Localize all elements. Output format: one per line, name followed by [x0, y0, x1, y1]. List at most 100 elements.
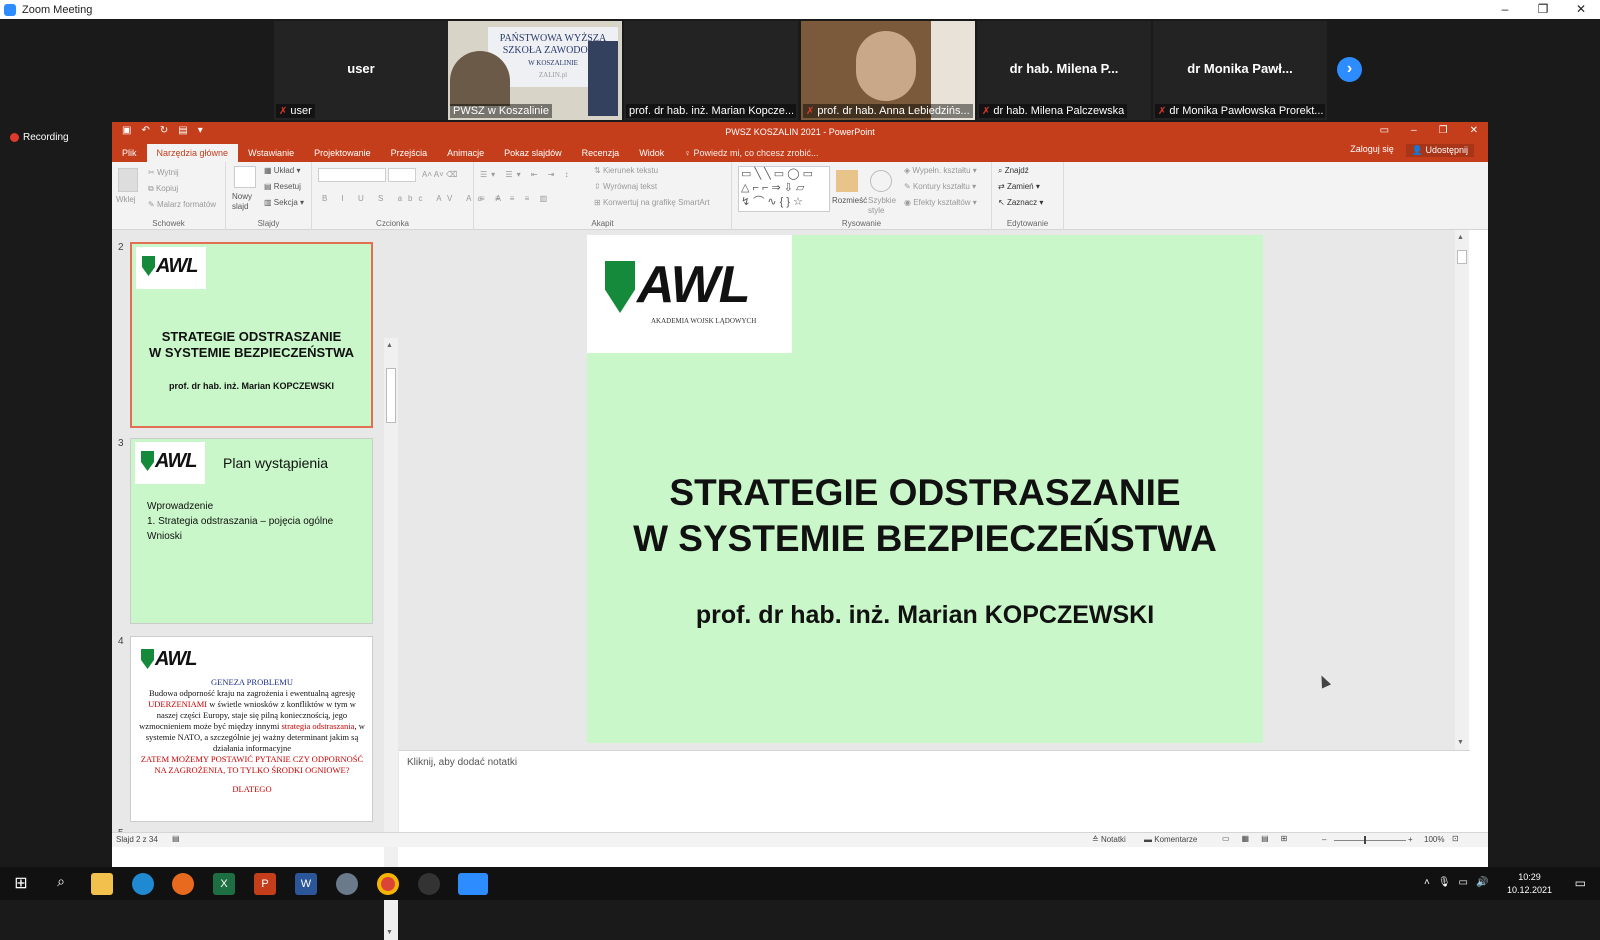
tab-design[interactable]: Projektowanie	[304, 144, 381, 162]
minimize-icon[interactable]: –	[1411, 125, 1417, 136]
view-buttons[interactable]: ▭▦▤⊞	[1222, 834, 1299, 843]
slide-thumbnail-2[interactable]: AWL STRATEGIE ODSTRASZANIE W SYSTEMIE BEZ…	[130, 242, 373, 428]
tab-insert[interactable]: Wstawianie	[238, 144, 304, 162]
participant-tile[interactable]: dr hab. Milena P... ✗ dr hab. Milena Palc…	[977, 21, 1151, 120]
find-button[interactable]: ⌕ Znajdź	[998, 166, 1029, 176]
layout-button[interactable]: ▦ Układ ▾	[264, 166, 300, 175]
shape-fill-button[interactable]: ◈ Wypełn. kształtu ▾	[904, 166, 977, 175]
copy-button[interactable]: ⧉ Kopiuj	[148, 184, 178, 194]
webcam-person	[856, 31, 916, 101]
close-icon[interactable]: ✕	[1470, 125, 1478, 136]
shape-effects-button[interactable]: ◉ Efekty kształtów ▾	[904, 198, 977, 207]
participant-tile[interactable]: prof. dr hab. inż. Marian Kopcze...	[624, 21, 798, 120]
tab-animations[interactable]: Animacje	[437, 144, 494, 162]
excel-icon[interactable]: X	[213, 873, 235, 895]
zoom-level[interactable]: 100%	[1424, 835, 1444, 844]
replace-button[interactable]: ⇄ Zamień ▾	[998, 182, 1040, 191]
app-icon[interactable]	[336, 873, 358, 895]
powerpoint-icon[interactable]: P	[254, 873, 276, 895]
firefox-icon[interactable]	[172, 873, 194, 895]
participant-tile-video[interactable]: PAŃSTWOWA WYŻSZA SZKOŁA ZAWODOWA W KOSZALI…	[448, 21, 622, 120]
notes-pane[interactable]: Kliknij, aby dodać notatki	[399, 750, 1470, 832]
zoom-in-button[interactable]: +	[1408, 835, 1413, 844]
select-button[interactable]: ↖ Zaznacz ▾	[998, 198, 1043, 207]
participant-tile-video[interactable]: ✗ prof. dr hab. Anna Lebiedzińs...	[801, 21, 975, 120]
cut-button[interactable]: ✂ Wytnij	[148, 168, 179, 177]
restore-icon[interactable]: ❐	[1439, 125, 1448, 136]
participant-tile[interactable]: user ✗ user	[274, 21, 448, 120]
notes-button[interactable]: ≙ Notatki	[1092, 835, 1126, 844]
start-slideshow-icon[interactable]: ▤	[178, 125, 187, 136]
fit-slide-icon[interactable]: ⊡	[1452, 834, 1459, 843]
file-explorer-icon[interactable]	[91, 873, 113, 895]
slide-thumbnail-3[interactable]: AWL Plan wystąpienia Wprowadzenie 1. Str…	[130, 438, 373, 624]
font-grow-icon[interactable]: A˄ A˅ ⌫	[422, 170, 457, 179]
sign-in-link[interactable]: Zaloguj się	[1350, 144, 1394, 157]
ppt-window-controls: ▭ – ❐ ✕	[1380, 125, 1478, 136]
comments-button[interactable]: ▬ Komentarze	[1144, 835, 1197, 844]
redo-icon[interactable]: ↻	[160, 125, 168, 136]
save-icon[interactable]: ▣	[122, 125, 131, 136]
arrange-button[interactable]: Rozmieść	[832, 196, 867, 205]
slide-scrollbar[interactable]: ▲ ▼	[1455, 230, 1469, 750]
current-slide[interactable]: AWL AKADEMIA WOJSK LĄDOWYCH STRATEGIE OD…	[587, 235, 1263, 743]
section-button[interactable]: ▥ Sekcja ▾	[264, 198, 304, 207]
tab-file[interactable]: Plik	[112, 144, 147, 162]
zoom-taskbar-icon[interactable]	[458, 873, 488, 895]
clock[interactable]: 10:29 10.12.2021	[1507, 871, 1552, 897]
zoom-slider-handle[interactable]	[1364, 836, 1366, 844]
text-direction-button[interactable]: ⇅ Kierunek tekstu	[594, 166, 658, 175]
thumbnail-body: Wprowadzenie 1. Strategia odstraszania –…	[147, 501, 334, 542]
undo-icon[interactable]: ↶	[141, 125, 149, 136]
tab-slideshow[interactable]: Pokaz slajdów	[494, 144, 572, 162]
reset-button[interactable]: ▤ Resetuj	[264, 182, 301, 191]
muted-mic-icon: ✗	[279, 106, 288, 117]
thumbnail-title: Plan wystąpienia	[223, 455, 329, 471]
notes-placeholder: Kliknij, aby dodać notatki	[407, 757, 518, 768]
scroll-thumb[interactable]	[386, 368, 396, 423]
zoom-slider[interactable]	[1334, 840, 1406, 841]
slide-author[interactable]: prof. dr hab. inż. Marian KOPCZEWSKI	[587, 601, 1263, 630]
thumbnail-scrollbar[interactable]: ▲ ▼	[384, 338, 398, 940]
spellcheck-icon[interactable]: ▤	[172, 834, 180, 843]
slide-thumbnail-4[interactable]: AWL GENEZA PROBLEMU Budowa odporność kra…	[130, 636, 373, 822]
ppt-title: PWSZ KOSZALIN 2021 - PowerPoint	[725, 127, 875, 137]
customize-qat-icon[interactable]: ▾	[198, 125, 203, 136]
tab-review[interactable]: Recenzja	[572, 144, 630, 162]
paste-button[interactable]: Wklej	[116, 195, 136, 204]
format-painter-button[interactable]: ✎ Malarz formatów	[148, 200, 216, 209]
font-size-box[interactable]	[388, 168, 416, 182]
align-text-button[interactable]: ⇳ Wyrównaj tekst	[594, 182, 657, 191]
shape-outline-button[interactable]: ✎ Kontury kształtu ▾	[904, 182, 976, 191]
restore-icon[interactable]: ❐	[1524, 0, 1562, 19]
chrome-icon[interactable]	[377, 873, 399, 895]
scroll-thumb[interactable]	[1457, 250, 1467, 264]
tab-transitions[interactable]: Przejścia	[381, 144, 438, 162]
share-button[interactable]: 👤 Udostępnij	[1405, 144, 1474, 157]
tab-home[interactable]: Narzędzia główne	[146, 144, 239, 162]
search-icon[interactable]: ⌕	[50, 873, 72, 895]
new-slide-button[interactable]: Nowy slajd	[232, 192, 258, 212]
close-icon[interactable]: ✕	[1562, 0, 1600, 19]
zoom-out-button[interactable]: –	[1322, 835, 1326, 844]
windows-start-icon[interactable]: ⊞	[10, 873, 32, 895]
next-participants-button[interactable]: ›	[1337, 57, 1362, 82]
slide-title[interactable]: STRATEGIE ODSTRASZANIE W SYSTEMIE BEZPIEC…	[587, 470, 1263, 562]
awl-logo: AWL	[136, 247, 206, 289]
minimize-icon[interactable]: –	[1486, 0, 1524, 19]
list-buttons[interactable]: ☰▾ ☰▾ ⇤ ⇥ ↕	[480, 170, 573, 179]
shapes-gallery[interactable]: ▭ ╲ ╲ ▭ ◯ ▭ △ ⌐ ⌐ ⇒ ⇩ ▱ ↯ ⌒ ∿ { } ☆	[738, 166, 830, 212]
align-buttons[interactable]: ≡ ≡ ≡ ≡ ▥	[480, 194, 551, 203]
font-family-box[interactable]	[318, 168, 386, 182]
tab-view[interactable]: Widok	[629, 144, 674, 162]
tell-me-box[interactable]: ♀ Powiedz mi, co chcesz zrobić...	[674, 144, 828, 162]
notifications-icon[interactable]: ▭	[1575, 876, 1586, 890]
system-tray-icons[interactable]: ˄🎙▭🔊	[1424, 877, 1496, 888]
participant-tile[interactable]: dr Monika Pawł... ✗ dr Monika Pawłowska P…	[1153, 21, 1327, 120]
app-globe-icon[interactable]	[418, 873, 440, 895]
edge-icon[interactable]	[132, 873, 154, 895]
quick-styles-button[interactable]: Szybkie style	[868, 196, 900, 216]
word-icon[interactable]: W	[295, 873, 317, 895]
ribbon-display-icon[interactable]: ▭	[1380, 125, 1389, 136]
smartart-button[interactable]: ⊞ Konwertuj na grafikę SmartArt	[594, 198, 710, 207]
